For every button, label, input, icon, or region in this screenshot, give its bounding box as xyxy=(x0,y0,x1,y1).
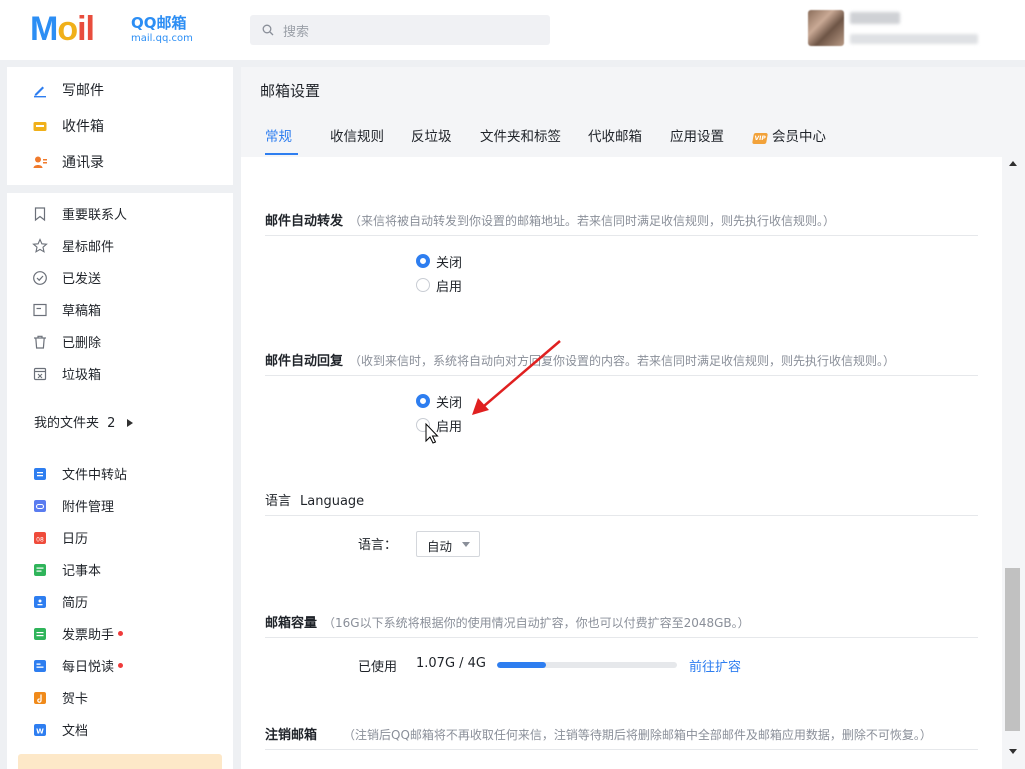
section-auto-reply-desc: （收到来信时，系统将自动向对方回复你设置的内容。若来信同时满足收信规则，则先执行… xyxy=(349,354,896,368)
sidebar-item-attachments[interactable]: 附件管理 xyxy=(7,493,233,519)
sidebar-item-invoice[interactable]: 发票助手 xyxy=(7,621,233,647)
draft-icon xyxy=(33,303,47,317)
section-auto-reply-title: 邮件自动回复 （收到来信时，系统将自动向对方回复你设置的内容。若来信同时满足收信规… xyxy=(265,354,896,369)
bookmark-icon xyxy=(34,207,46,222)
logo-wordmark: Moil xyxy=(30,10,95,48)
storage-used-label: 已使用 xyxy=(358,660,398,675)
storage-progress-bar xyxy=(497,662,677,668)
settings-content: 邮件自动转发 （来信将被自动转发到你设置的邮箱地址。若来信同时满足收信规则，则先执… xyxy=(241,157,1002,769)
tab-folders-labels[interactable]: 文件夹和标签 xyxy=(480,125,561,157)
chevron-down-icon xyxy=(462,542,470,547)
sidebar-item-drafts[interactable]: 草稿箱 xyxy=(7,297,233,323)
section-language-title: 语言 Language xyxy=(265,494,365,509)
scroll-up-arrow-icon[interactable] xyxy=(1009,161,1017,166)
search-icon xyxy=(262,24,274,36)
page-title: 邮箱设置 xyxy=(260,82,321,100)
calendar-icon: 08 xyxy=(34,532,46,544)
trash-icon xyxy=(34,335,46,349)
vip-icon: VIP xyxy=(752,133,768,144)
new-badge-dot xyxy=(118,663,124,668)
sidebar-item-file-transfer[interactable]: 文件中转站 xyxy=(7,461,233,487)
language-select[interactable]: 自动 xyxy=(416,531,480,557)
sidebar-item-documents[interactable]: W 文档 xyxy=(7,717,233,743)
content-scrollbar[interactable] xyxy=(1002,157,1025,769)
divider xyxy=(265,749,978,750)
tab-inbox-rules[interactable]: 收信规则 xyxy=(330,125,384,157)
sidebar-item-important-contacts[interactable]: 重要联系人 xyxy=(7,201,233,227)
tab-anti-spam[interactable]: 反垃圾 xyxy=(411,125,452,157)
section-storage-title: 邮箱容量 （16G以下系统将根据你的使用情况自动扩容，你也可以付费扩容至2048G… xyxy=(265,616,750,631)
sidebar-item-daily-reading[interactable]: 每日悦读 xyxy=(7,653,233,679)
logo-title: QQ邮箱 xyxy=(131,14,187,32)
sidebar-item-calendar[interactable]: 08 日历 xyxy=(7,525,233,551)
contacts-icon xyxy=(33,156,47,168)
scroll-down-arrow-icon[interactable] xyxy=(1009,749,1017,754)
new-badge-dot xyxy=(118,631,124,636)
sidebar-item-inbox[interactable]: 收件箱 xyxy=(7,113,233,139)
tab-member-center[interactable]: VIP 会员中心 xyxy=(752,125,826,157)
invoice-icon xyxy=(34,628,46,640)
attachment-icon xyxy=(34,500,46,512)
search-placeholder: 搜索 xyxy=(283,25,310,40)
svg-text:W: W xyxy=(36,728,44,736)
divider xyxy=(265,515,978,516)
sidebar-item-notebook[interactable]: 记事本 xyxy=(7,557,233,583)
section-storage-desc: （16G以下系统将根据你的使用情况自动扩容，你也可以付费扩容至2048GB。） xyxy=(323,616,750,630)
sidebar-item-sent[interactable]: 已发送 xyxy=(7,265,233,291)
language-label: 语言： xyxy=(358,538,398,553)
top-bar: Moil QQ邮箱 mail.qq.com 搜索 xyxy=(0,0,1025,60)
section-auto-forward-title: 邮件自动转发 （来信将被自动转发到你设置的邮箱地址。若来信同时满足收信规则，则先执… xyxy=(265,214,836,229)
reading-icon xyxy=(34,660,46,672)
expand-storage-link[interactable]: 前往扩容 xyxy=(689,656,741,675)
divider xyxy=(265,637,978,638)
active-tab-indicator xyxy=(265,153,298,155)
settings-tabs: 常规 收信规则 反垃圾 文件夹和标签 代收邮箱 应用设置 VIP 会员中心 xyxy=(241,123,1025,157)
my-folders-label: 我的文件夹 xyxy=(34,416,100,431)
user-email-blurred xyxy=(850,34,978,44)
qq-mail-logo[interactable]: Moil QQ邮箱 mail.qq.com xyxy=(30,12,205,48)
avatar[interactable] xyxy=(808,10,844,46)
username-blurred xyxy=(850,12,900,24)
notebook-icon xyxy=(34,564,46,576)
check-circle-icon xyxy=(33,271,47,285)
search-input[interactable]: 搜索 xyxy=(250,15,550,45)
scroll-thumb[interactable] xyxy=(1005,568,1020,731)
divider xyxy=(265,235,978,236)
tab-pop-accounts[interactable]: 代收邮箱 xyxy=(588,125,642,157)
sidebar-item-greeting-card[interactable]: 贺卡 xyxy=(7,685,233,711)
sidebar-item-contacts[interactable]: 通讯录 xyxy=(7,149,233,175)
logo-domain: mail.qq.com xyxy=(131,33,193,44)
card-icon xyxy=(34,692,46,704)
sidebar-item-deleted[interactable]: 已删除 xyxy=(7,329,233,355)
sidebar-secondary: 重要联系人 星标邮件 已发送 草稿箱 已删除 垃圾箱 我的文件夹 2 文件中转站… xyxy=(7,193,233,769)
file-transfer-icon xyxy=(34,468,46,480)
settings-header: 邮箱设置 常规 收信规则 反垃圾 文件夹和标签 代收邮箱 应用设置 VIP 会员中… xyxy=(241,67,1025,157)
my-folders-toggle[interactable]: 我的文件夹 2 xyxy=(34,412,134,431)
storage-used-value: 1.07G / 4G xyxy=(416,656,487,671)
sidebar-item-starred[interactable]: 星标邮件 xyxy=(7,233,233,259)
tab-app-settings[interactable]: 应用设置 xyxy=(670,125,724,157)
promo-banner[interactable] xyxy=(18,754,222,769)
spam-icon xyxy=(33,367,47,381)
caret-right-icon xyxy=(126,419,133,427)
document-icon: W xyxy=(34,724,46,736)
divider xyxy=(265,375,978,376)
svg-text:08: 08 xyxy=(36,537,44,544)
sidebar-item-compose[interactable]: 写邮件 xyxy=(7,77,233,103)
pencil-icon xyxy=(34,86,46,98)
section-close-account-desc: （注销后QQ邮箱将不再收取任何来信，注销等待期后将删除邮箱中全部邮件及邮箱应用数… xyxy=(343,728,932,742)
section-close-account-title: 注销邮箱 （注销后QQ邮箱将不再收取任何来信，注销等待期后将删除邮箱中全部邮件及邮… xyxy=(265,728,932,743)
sidebar-primary: 写邮件 收件箱 通讯录 xyxy=(7,67,233,185)
my-folders-count: 2 xyxy=(107,416,116,431)
storage-progress-fill xyxy=(497,662,546,668)
sidebar-item-resume[interactable]: 简历 xyxy=(7,589,233,615)
star-icon xyxy=(32,238,48,253)
section-auto-forward-desc: （来信将被自动转发到你设置的邮箱地址。若来信同时满足收信规则，则先执行收信规则。… xyxy=(349,214,836,228)
resume-icon xyxy=(34,596,46,608)
inbox-icon xyxy=(33,122,47,131)
sidebar-item-spam[interactable]: 垃圾箱 xyxy=(7,361,233,387)
